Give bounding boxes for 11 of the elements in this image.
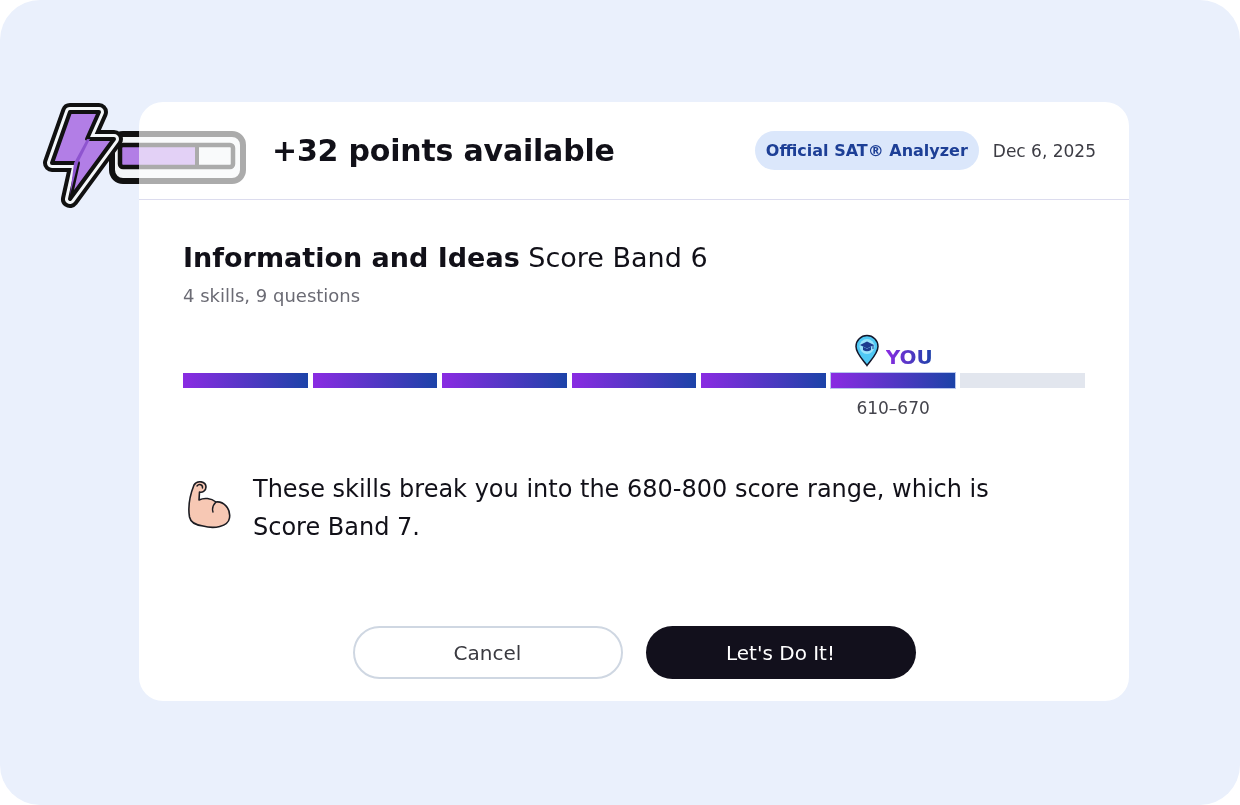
cancel-button[interactable]: Cancel	[352, 626, 623, 679]
date-label: Dec 6, 2025	[992, 140, 1096, 161]
confirm-button[interactable]: Let's Do It!	[645, 626, 916, 679]
score-band-message: These skills break you into the 680-800 score range, which is Score Band 7.	[253, 474, 990, 543]
graduation-pin-icon	[853, 334, 880, 367]
analyzer-badge: Official SAT® Analyzer	[754, 131, 979, 170]
points-title: +32 points available	[272, 133, 616, 168]
section-heading: Information and Ideas Score Band 6	[183, 242, 709, 273]
score-range-label: 610–670	[856, 398, 930, 418]
you-marker-label: YOU	[885, 347, 933, 367]
section-summary: 4 skills, 9 questions	[183, 285, 362, 306]
